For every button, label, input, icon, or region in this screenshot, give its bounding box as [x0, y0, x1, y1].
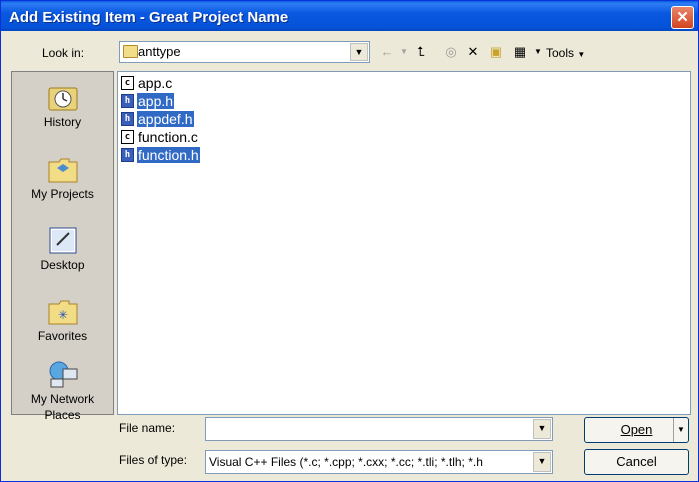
search-web-icon[interactable]: ◎ [442, 43, 460, 61]
file-name-input[interactable]: ▼ [205, 417, 553, 441]
close-icon: ✕ [676, 9, 689, 26]
place-my-projects[interactable]: My Projects [12, 154, 113, 202]
c-file-icon: c [121, 76, 134, 90]
place-favorites[interactable]: ✳ Favorites [12, 296, 113, 344]
places-bar: History My Projects Desktop ✳ Favorites … [11, 71, 114, 422]
file-name-label: File name: [119, 421, 176, 435]
look-in-value: anttype [138, 44, 181, 59]
network-icon [47, 359, 79, 389]
delete-icon[interactable]: ✕ [464, 43, 482, 61]
file-list[interactable]: c app.c h app.h h appdef.h c function.c … [117, 71, 691, 415]
views-icon[interactable]: ▦ [511, 43, 529, 61]
files-of-type-value: Visual C++ Files (*.c; *.cpp; *.cxx; *.c… [209, 455, 483, 469]
h-file-icon: h [121, 148, 134, 162]
look-in-combo[interactable]: anttype ▼ [119, 41, 370, 63]
back-dropdown-icon[interactable]: ▼ [395, 43, 413, 61]
folder-icon [47, 154, 79, 184]
folder-icon [123, 45, 138, 58]
up-folder-icon[interactable]: ⮤ [412, 43, 430, 61]
favorites-icon: ✳ [47, 296, 79, 326]
close-button[interactable]: ✕ [671, 6, 694, 29]
place-my-network-places[interactable]: My Network Places [12, 359, 113, 423]
back-icon[interactable]: ← [378, 43, 396, 61]
h-file-icon: h [121, 94, 134, 108]
cancel-button[interactable]: Cancel [584, 449, 689, 475]
add-existing-item-dialog: Add Existing Item - Great Project Name ✕… [0, 0, 699, 482]
open-dropdown-icon[interactable]: ▼ [673, 418, 688, 442]
desktop-icon [47, 225, 79, 255]
tools-menu[interactable]: Tools ▼ [546, 46, 585, 60]
chevron-down-icon: ▼ [577, 50, 586, 59]
h-file-icon: h [121, 112, 134, 126]
svg-text:✳: ✳ [57, 308, 67, 322]
look-in-label: Look in: [42, 46, 85, 60]
chevron-down-icon[interactable]: ▼ [533, 452, 551, 472]
title-bar[interactable]: Add Existing Item - Great Project Name ✕ [1, 1, 698, 31]
new-folder-icon[interactable]: ▣ [487, 43, 505, 61]
views-dropdown-icon[interactable]: ▼ [529, 43, 547, 61]
open-button[interactable]: Open ▼ [584, 417, 689, 443]
history-icon [47, 82, 79, 112]
c-file-icon: c [121, 130, 134, 144]
files-of-type-label: Files of type: [119, 453, 188, 467]
chevron-down-icon[interactable]: ▼ [350, 43, 368, 61]
place-history[interactable]: History [12, 82, 113, 130]
files-of-type-select[interactable]: Visual C++ Files (*.c; *.cpp; *.cxx; *.c… [205, 450, 553, 474]
dialog-title: Add Existing Item - Great Project Name [9, 9, 289, 26]
place-desktop[interactable]: Desktop [12, 225, 113, 273]
chevron-down-icon[interactable]: ▼ [533, 419, 551, 439]
